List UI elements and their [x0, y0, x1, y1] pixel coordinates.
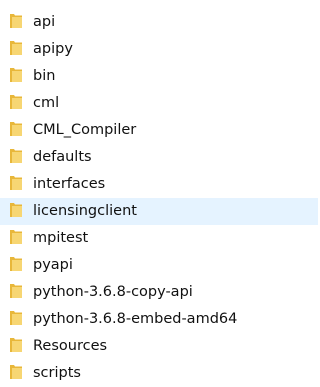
folder-name: Resources	[33, 338, 108, 354]
folder-icon	[9, 363, 23, 380]
folder-name: cml	[33, 95, 60, 111]
folder-icon	[9, 147, 23, 164]
folder-icon	[9, 309, 23, 326]
folder-name: scripts	[33, 365, 81, 381]
folder-icon	[9, 336, 23, 353]
list-item[interactable]: interfaces	[0, 171, 318, 198]
folder-name: defaults	[33, 149, 92, 165]
folder-name: interfaces	[33, 176, 106, 192]
folder-name: licensingclient	[33, 203, 137, 219]
folder-name: mpitest	[33, 230, 89, 246]
folder-icon	[9, 228, 23, 245]
folder-icon	[9, 39, 23, 56]
folder-name: pyapi	[33, 257, 73, 273]
folder-icon	[9, 201, 23, 218]
list-item[interactable]: CML_Compiler	[0, 117, 318, 144]
list-item[interactable]: defaults	[0, 144, 318, 171]
list-item[interactable]: bin	[0, 63, 318, 90]
list-item[interactable]: pyapi	[0, 252, 318, 279]
list-item[interactable]: python-3.6.8-copy-api	[0, 279, 318, 306]
folder-icon	[9, 174, 23, 191]
list-item[interactable]: cml	[0, 90, 318, 117]
folder-name: apipy	[33, 41, 73, 57]
list-item[interactable]: python-3.6.8-embed-amd64	[0, 306, 318, 333]
folder-icon	[9, 282, 23, 299]
folder-icon	[9, 66, 23, 83]
folder-icon	[9, 255, 23, 272]
list-item[interactable]: Resources	[0, 333, 318, 360]
folder-name: api	[33, 14, 56, 30]
list-item[interactable]: mpitest	[0, 225, 318, 252]
folder-icon	[9, 120, 23, 137]
folder-name: python-3.6.8-embed-amd64	[33, 311, 238, 327]
list-item[interactable]: apipy	[0, 36, 318, 63]
list-item[interactable]: licensingclient	[0, 198, 318, 225]
folder-icon	[9, 93, 23, 110]
folder-name: bin	[33, 68, 56, 84]
list-item[interactable]: api	[0, 9, 318, 36]
folder-list: api apipy bin cml CML_Compiler defaults …	[0, 9, 318, 387]
folder-name: CML_Compiler	[33, 122, 137, 138]
list-item[interactable]: scripts	[0, 360, 318, 387]
folder-name: python-3.6.8-copy-api	[33, 284, 193, 300]
folder-icon	[9, 12, 23, 29]
